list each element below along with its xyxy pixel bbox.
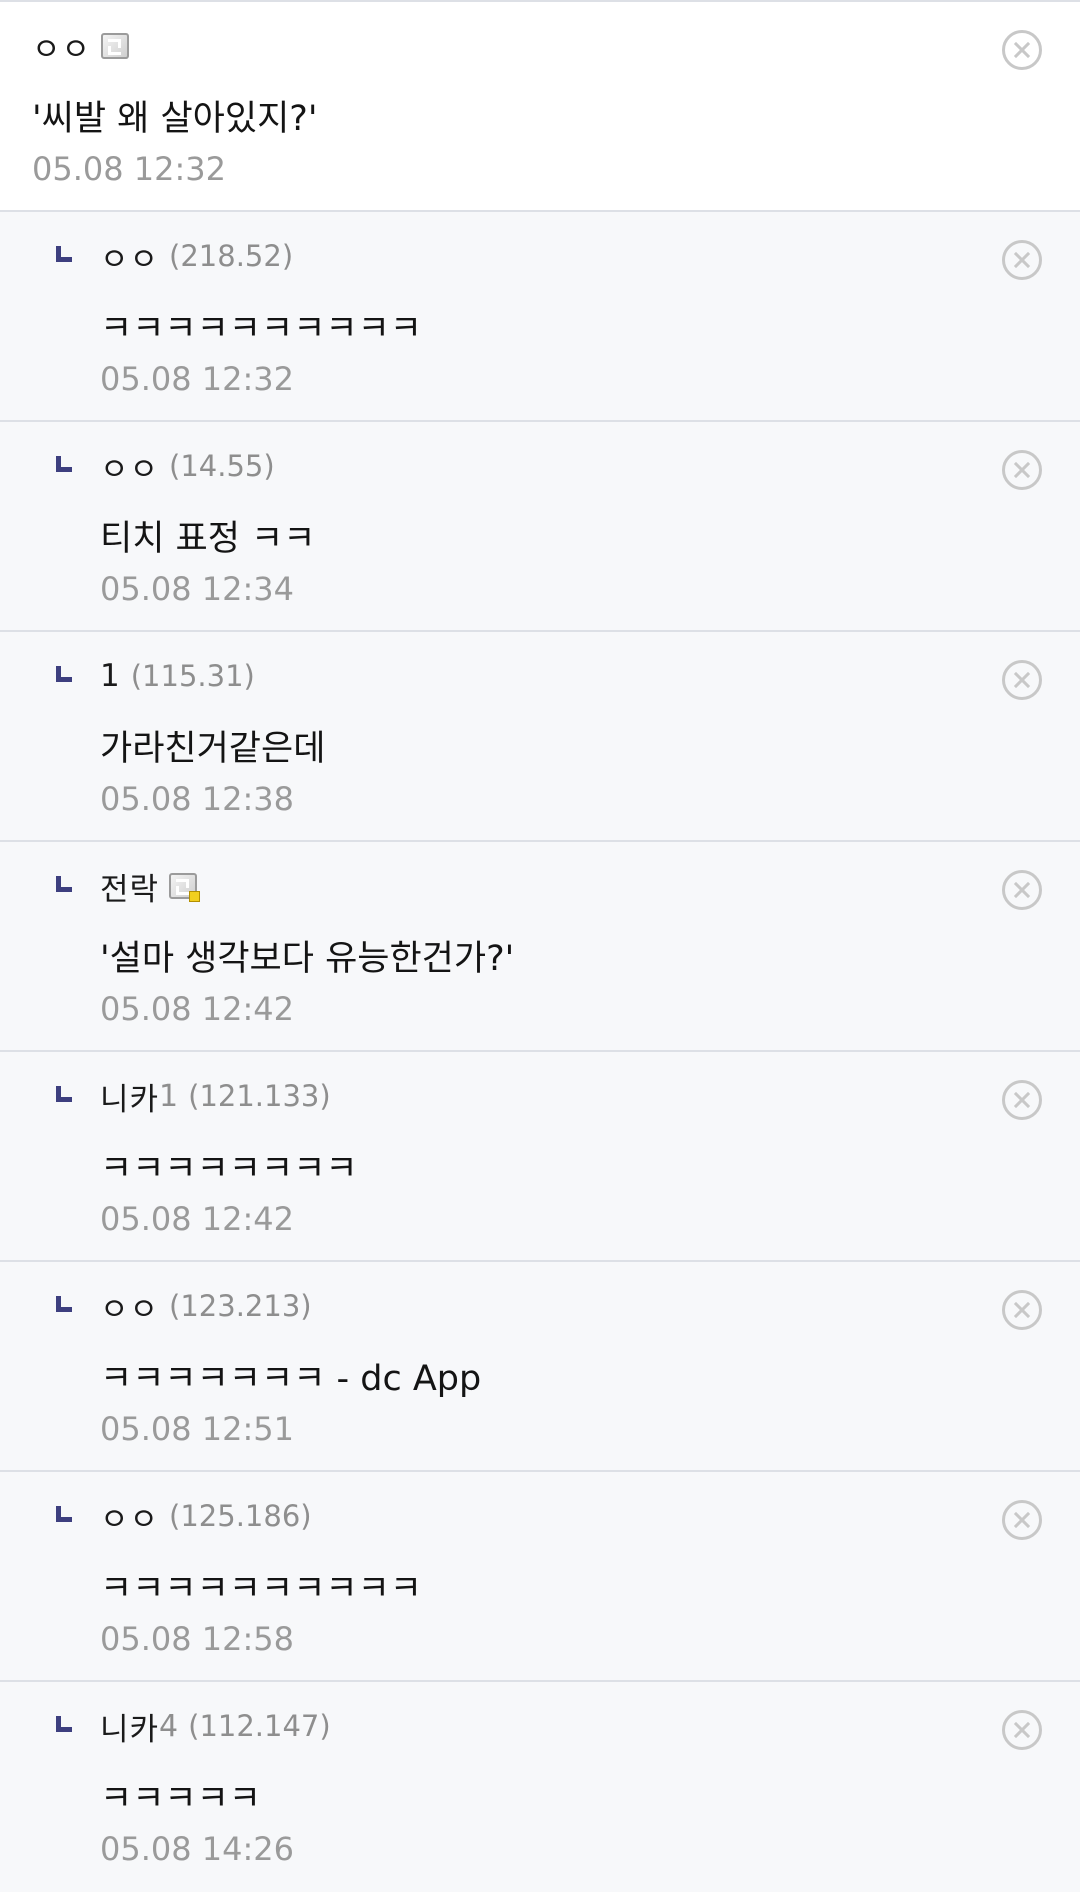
comment-header: 니카 1 (121.133) xyxy=(100,1074,331,1119)
delete-comment-button[interactable] xyxy=(1002,1500,1042,1540)
comment-item: ㅇㅇ '씨발 왜 살아있지?' 05.08 12:32 xyxy=(0,0,1080,210)
comment-text: 티치 표정 ㅋㅋ xyxy=(100,519,316,559)
delete-comment-button[interactable] xyxy=(1002,240,1042,280)
comment-text: '설마 생각보다 유능한건가?' xyxy=(100,939,515,979)
reply-arrow-icon xyxy=(56,456,72,472)
comment-date: 05.08 12:51 xyxy=(100,1410,294,1448)
comment-header: ㅇㅇ xyxy=(32,24,130,69)
nickname[interactable]: 니카 xyxy=(100,1074,159,1119)
reply-arrow-icon xyxy=(56,876,72,892)
nickname[interactable]: 니카 xyxy=(100,1704,159,1749)
comment-list: ㅇㅇ '씨발 왜 살아있지?' 05.08 12:32 ㅇㅇ (218.52) … xyxy=(0,0,1080,1892)
delete-comment-button[interactable] xyxy=(1002,1290,1042,1330)
comment-text: ㅋㅋㅋㅋㅋ xyxy=(100,1779,262,1819)
gallog-icon[interactable] xyxy=(101,33,130,59)
reply-item: 니카 1 (121.133) ㅋㅋㅋㅋㅋㅋㅋㅋ 05.08 12:42 xyxy=(0,1050,1080,1260)
comment-header: ㅇㅇ (218.52) xyxy=(100,234,294,279)
nickname[interactable]: ㅇㅇ xyxy=(32,24,91,69)
ip-address: (125.186) xyxy=(169,1499,312,1533)
reply-arrow-icon xyxy=(56,1296,72,1312)
ip-address: (14.55) xyxy=(169,449,275,483)
nickname[interactable]: ㅇㅇ xyxy=(100,444,159,489)
reply-item: ㅇㅇ (218.52) ㅋㅋㅋㅋㅋㅋㅋㅋㅋㅋ 05.08 12:32 xyxy=(0,210,1080,420)
comment-date: 05.08 12:42 xyxy=(100,990,294,1028)
reply-arrow-icon xyxy=(56,1716,72,1732)
comment-date: 05.08 12:58 xyxy=(100,1620,294,1658)
nickname[interactable]: ㅇㅇ xyxy=(100,1494,159,1539)
nickname[interactable]: 전락 xyxy=(100,864,159,909)
reply-arrow-icon xyxy=(56,1506,72,1522)
comment-header: 1 (115.31) xyxy=(100,656,255,696)
comment-date: 05.08 12:34 xyxy=(100,570,294,608)
nickname-suffix: 4 xyxy=(159,1708,179,1744)
reply-item: 전락 '설마 생각보다 유능한건가?' 05.08 12:42 xyxy=(0,840,1080,1050)
comment-date: 05.08 12:42 xyxy=(100,1200,294,1238)
reply-arrow-icon xyxy=(56,666,72,682)
reply-item: ㅇㅇ (14.55) 티치 표정 ㅋㅋ 05.08 12:34 xyxy=(0,420,1080,630)
delete-comment-button[interactable] xyxy=(1002,870,1042,910)
delete-comment-button[interactable] xyxy=(1002,660,1042,700)
ip-address: (112.147) xyxy=(188,1709,331,1743)
ip-address: (115.31) xyxy=(130,659,255,693)
comment-text: ㅋㅋㅋㅋㅋㅋㅋㅋㅋㅋ xyxy=(100,309,423,349)
comment-header: ㅇㅇ (123.213) xyxy=(100,1284,312,1329)
delete-comment-button[interactable] xyxy=(1002,30,1042,70)
nickname-suffix: 1 xyxy=(159,1078,179,1114)
ip-address: (123.213) xyxy=(169,1289,312,1323)
comment-date: 05.08 12:38 xyxy=(100,780,294,818)
comment-date: 05.08 12:32 xyxy=(100,360,294,398)
nickname[interactable]: ㅇㅇ xyxy=(100,1284,159,1329)
reply-item: ㅇㅇ (125.186) ㅋㅋㅋㅋㅋㅋㅋㅋㅋㅋ 05.08 12:58 xyxy=(0,1470,1080,1680)
delete-comment-button[interactable] xyxy=(1002,1710,1042,1750)
comment-date: 05.08 14:26 xyxy=(100,1830,294,1868)
comment-text: ㅋㅋㅋㅋㅋㅋㅋ - dc App xyxy=(100,1359,482,1399)
comment-text: ㅋㅋㅋㅋㅋㅋㅋㅋ xyxy=(100,1149,358,1189)
ip-address: (218.52) xyxy=(169,239,294,273)
comment-header: 니카 4 (112.147) xyxy=(100,1704,331,1749)
gallog-icon[interactable] xyxy=(169,873,201,902)
delete-comment-button[interactable] xyxy=(1002,1080,1042,1120)
comment-text: 가라친거같은데 xyxy=(100,729,326,769)
delete-comment-button[interactable] xyxy=(1002,450,1042,490)
comment-text: ㅋㅋㅋㅋㅋㅋㅋㅋㅋㅋ xyxy=(100,1569,423,1609)
comment-date: 05.08 12:32 xyxy=(32,150,226,188)
reply-item: ㅇㅇ (123.213) ㅋㅋㅋㅋㅋㅋㅋ - dc App 05.08 12:5… xyxy=(0,1260,1080,1470)
comment-header: ㅇㅇ (14.55) xyxy=(100,444,275,489)
comment-text: '씨발 왜 살아있지?' xyxy=(32,99,318,139)
reply-item: 니카 4 (112.147) ㅋㅋㅋㅋㅋ 05.08 14:26 xyxy=(0,1680,1080,1890)
reply-arrow-icon xyxy=(56,246,72,262)
comment-header: 전락 xyxy=(100,864,201,909)
reply-item: 1 (115.31) 가라친거같은데 05.08 12:38 xyxy=(0,630,1080,840)
comment-header: ㅇㅇ (125.186) xyxy=(100,1494,312,1539)
ip-address: (121.133) xyxy=(188,1079,331,1113)
fixed-nick-badge xyxy=(189,891,201,902)
reply-arrow-icon xyxy=(56,1086,72,1102)
nickname[interactable]: 1 xyxy=(100,658,121,694)
nickname[interactable]: ㅇㅇ xyxy=(100,234,159,279)
